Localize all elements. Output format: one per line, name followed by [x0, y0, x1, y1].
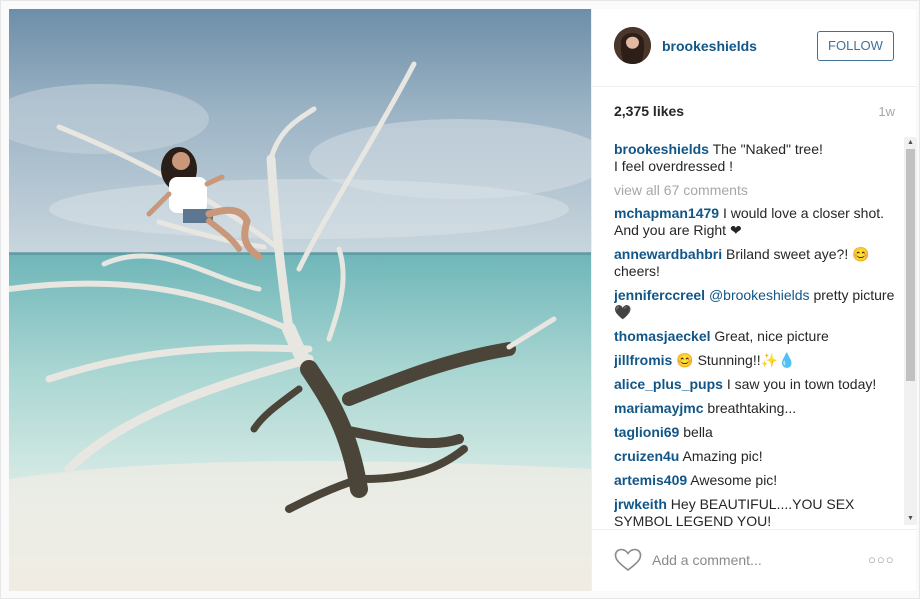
comment-item: taglioni69 bella — [614, 424, 902, 441]
comment-item: mchapman1479 I would love a closer shot.… — [614, 205, 902, 239]
comment-item: jenniferccreel @brookeshields pretty pic… — [614, 287, 902, 321]
comment-username[interactable]: cruizen4u — [614, 448, 679, 464]
comment-text: I saw you in town today! — [726, 376, 877, 392]
comment-username[interactable]: mchapman1479 — [614, 205, 719, 221]
comment-text: 😊 Stunning!!✨💧 — [676, 352, 796, 368]
comment-username[interactable]: jenniferccreel — [614, 287, 705, 303]
comment-text: bella — [683, 424, 713, 440]
username-link[interactable]: brookeshields — [662, 38, 757, 54]
comment-username[interactable]: alice_plus_pups — [614, 376, 723, 392]
comment-username[interactable]: artemis409 — [614, 472, 687, 488]
scroll-down-icon[interactable]: ▼ — [904, 513, 917, 525]
comment-text: Awesome pic! — [690, 472, 778, 488]
comment-mention[interactable]: @brookeshields — [709, 287, 810, 303]
post-age[interactable]: 1w — [878, 104, 895, 119]
scroll-thumb[interactable] — [906, 149, 915, 381]
add-comment-input[interactable] — [652, 550, 852, 570]
heart-icon[interactable] — [614, 548, 642, 572]
comment-item: annewardbahbri Briland sweet aye?! 😊 che… — [614, 246, 902, 280]
comment-text: Great, nice picture — [714, 328, 829, 344]
likes-count[interactable]: 2,375 likes — [614, 103, 684, 119]
caption: brookeshields The "Naked" tree! — [614, 141, 902, 158]
comment-text: Amazing pic! — [682, 448, 763, 464]
view-all-comments-link[interactable]: view all 67 comments — [614, 182, 902, 199]
comment-item: cruizen4u Amazing pic! — [614, 448, 902, 465]
comment-item: alice_plus_pups I saw you in town today! — [614, 376, 902, 393]
comments-list: brookeshields The "Naked" tree! I feel o… — [614, 141, 902, 526]
comment-item: thomasjaeckel Great, nice picture — [614, 328, 902, 345]
comment-username[interactable]: taglioni69 — [614, 424, 679, 440]
post-meta: 2,375 likes 1w — [614, 103, 895, 123]
avatar[interactable] — [614, 27, 651, 64]
comment-username[interactable]: jrwkeith — [614, 496, 667, 512]
caption-username[interactable]: brookeshields — [614, 141, 709, 157]
comment-item: jrwkeith Hey BEAUTIFUL....YOU SEX SYMBOL… — [614, 496, 902, 526]
comment-text: breathtaking... — [707, 400, 797, 416]
comment-username[interactable]: thomasjaeckel — [614, 328, 711, 344]
comment-item: jillfromis 😊 Stunning!!✨💧 — [614, 352, 902, 369]
post-photo — [9, 9, 591, 591]
comment-username[interactable]: mariamayjmc — [614, 400, 704, 416]
post-modal: brookeshields FOLLOW 2,375 likes 1w broo… — [0, 0, 920, 599]
comment-item: artemis409 Awesome pic! — [614, 472, 902, 489]
post-header: brookeshields FOLLOW — [592, 9, 917, 87]
post-sidebar: brookeshields FOLLOW 2,375 likes 1w broo… — [591, 9, 917, 591]
comment-username[interactable]: jillfromis — [614, 352, 672, 368]
comment-username[interactable]: annewardbahbri — [614, 246, 722, 262]
caption-text-line2: I feel overdressed ! — [614, 158, 734, 174]
beach-driftwood-image — [9, 9, 591, 591]
caption-text-line1: The "Naked" tree! — [712, 141, 823, 157]
more-options-icon[interactable]: ○○○ — [868, 551, 894, 569]
comment-item: mariamayjmc breathtaking... — [614, 400, 902, 417]
scroll-up-icon[interactable]: ▲ — [904, 137, 917, 149]
follow-button[interactable]: FOLLOW — [817, 31, 894, 61]
post-footer: ○○○ — [592, 529, 917, 591]
comments-scrollbar[interactable]: ▲ ▼ — [904, 137, 917, 525]
